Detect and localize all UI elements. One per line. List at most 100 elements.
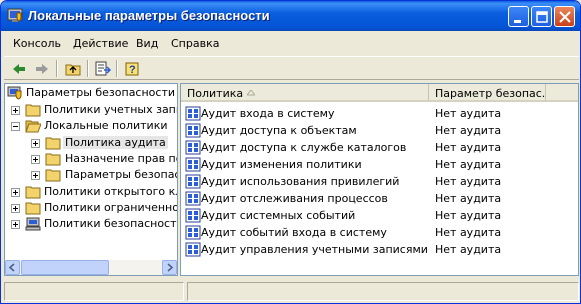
tree-pane[interactable]: Параметры безопасности Политики учетных … xyxy=(4,83,178,276)
toolbar-separator xyxy=(56,60,58,77)
policy-row[interactable]: Аудит использования привилегий Нет аудита xyxy=(181,173,578,190)
up-folder-button[interactable] xyxy=(62,59,84,79)
toolbar-separator xyxy=(116,60,118,77)
policy-row[interactable]: Аудит системных событий Нет аудита xyxy=(181,207,578,224)
security-settings-icon xyxy=(7,85,23,101)
toolbar: ? xyxy=(4,56,579,80)
status-cell xyxy=(187,282,579,301)
policy-row[interactable]: Аудит доступа к объектам Нет аудита xyxy=(181,122,578,139)
policy-icon xyxy=(185,225,201,241)
policy-setting: Нет аудита xyxy=(435,175,502,188)
column-header-label: Политика xyxy=(187,87,244,100)
policy-name: Аудит отслеживания процессов xyxy=(201,192,388,205)
list-pane[interactable]: Политика Параметр безопас... Аудит входа… xyxy=(180,83,579,276)
menu-action[interactable]: Действие xyxy=(73,37,128,50)
expand-icon[interactable] xyxy=(11,204,20,213)
column-header-label: Параметр безопас... xyxy=(435,87,553,100)
scroll-right-icon xyxy=(167,263,174,272)
export-list-button[interactable] xyxy=(92,59,114,79)
computer-icon xyxy=(25,216,41,232)
tree-item-label: Политика аудита xyxy=(63,136,168,149)
expand-icon[interactable] xyxy=(11,220,20,229)
policy-setting: Нет аудита xyxy=(435,107,502,120)
close-button[interactable] xyxy=(554,6,575,27)
folder-icon xyxy=(45,135,61,151)
maximize-button[interactable] xyxy=(531,6,552,27)
policy-icon xyxy=(185,191,201,207)
scrollbar-thumb[interactable] xyxy=(21,260,109,275)
policy-row[interactable]: Аудит доступа к службе каталогов Нет ауди… xyxy=(181,139,578,156)
up-folder-icon xyxy=(65,64,81,76)
folder-icon xyxy=(45,151,61,167)
tree-item-label: Параметры безопасности xyxy=(65,168,177,181)
back-button[interactable] xyxy=(8,59,30,79)
policy-icon xyxy=(185,157,201,173)
folder-open-icon xyxy=(25,118,42,134)
expand-icon[interactable] xyxy=(31,139,40,148)
folder-icon xyxy=(25,184,41,200)
policy-row[interactable]: Аудит управления учетными записями Нет ау… xyxy=(181,241,578,258)
tree-item-label: Политики ограниченного использования про… xyxy=(44,201,178,214)
forward-icon xyxy=(36,64,48,74)
policy-row[interactable]: Аудит изменения политики Нет аудита xyxy=(181,156,578,173)
menu-help[interactable]: Справка xyxy=(171,37,219,50)
policy-icon xyxy=(185,208,201,224)
policy-row[interactable]: Аудит отслеживания процессов Нет аудита xyxy=(181,190,578,207)
security-settings-icon xyxy=(7,7,24,24)
policy-name: Аудит изменения политики xyxy=(201,158,362,171)
policy-setting: Нет аудита xyxy=(435,243,502,256)
back-icon xyxy=(13,64,25,74)
folder-icon xyxy=(25,200,41,216)
column-header-filler xyxy=(546,84,578,102)
policy-row[interactable]: Аудит входа в систему Нет аудита xyxy=(181,105,578,122)
policy-name: Аудит управления учетными записями xyxy=(201,243,428,256)
help-button[interactable]: ? xyxy=(122,59,144,79)
policy-icon xyxy=(185,123,201,139)
minimize-button[interactable] xyxy=(508,6,529,27)
status-bar xyxy=(4,280,579,302)
scroll-left-button[interactable] xyxy=(5,260,20,275)
tree-item-label: Политики учетных записей xyxy=(44,103,177,116)
folder-icon xyxy=(25,102,41,118)
policy-setting: Нет аудита xyxy=(435,192,502,205)
policy-row[interactable]: Аудит событий входа в систему Нет аудита xyxy=(181,224,578,241)
forward-button[interactable] xyxy=(31,59,53,79)
policy-name: Аудит доступа к объектам xyxy=(201,124,357,137)
tree-item-label: Политики безопасности IP xyxy=(44,217,178,230)
expand-icon[interactable] xyxy=(31,171,40,180)
policy-icon xyxy=(185,174,201,190)
tree-item-label: Локальные политики xyxy=(44,119,168,132)
toolbar-separator xyxy=(87,60,89,77)
expand-icon[interactable] xyxy=(11,188,20,197)
policy-name: Аудит доступа к службе каталогов xyxy=(201,141,407,154)
policy-icon xyxy=(185,106,201,122)
policy-name: Аудит использования привилегий xyxy=(201,175,400,188)
title-bar[interactable]: Локальные параметры безопасности xyxy=(1,1,580,31)
policy-setting: Нет аудита xyxy=(435,124,502,137)
expand-icon[interactable] xyxy=(11,106,20,115)
menu-view[interactable]: Вид xyxy=(136,37,158,50)
policy-name: Аудит событий входа в систему xyxy=(201,226,387,239)
tree-item-label: Политики открытого ключа xyxy=(44,185,177,198)
horizontal-scrollbar[interactable] xyxy=(5,260,177,275)
tree-root-label: Параметры безопасности xyxy=(26,86,176,99)
policy-icon xyxy=(185,140,201,156)
policy-setting: Нет аудита xyxy=(435,209,502,222)
expand-icon[interactable] xyxy=(31,155,40,164)
mmc-window: Локальные параметры безопасности Консоль… xyxy=(0,0,581,304)
scroll-left-icon xyxy=(8,263,15,272)
menu-console[interactable]: Консоль xyxy=(13,37,61,50)
column-header-policy[interactable]: Политика xyxy=(181,84,429,102)
scroll-right-button[interactable] xyxy=(162,260,177,275)
policy-setting: Нет аудита xyxy=(435,141,502,154)
column-header-setting[interactable]: Параметр безопас... xyxy=(429,84,552,102)
policy-setting: Нет аудита xyxy=(435,158,502,171)
policy-setting: Нет аудита xyxy=(435,226,502,239)
policy-name: Аудит системных событий xyxy=(201,209,356,222)
collapse-icon[interactable] xyxy=(11,122,20,131)
sort-ascending-icon xyxy=(247,90,255,96)
svg-text:?: ? xyxy=(129,64,136,76)
policy-name: Аудит входа в систему xyxy=(201,107,335,120)
export-list-icon xyxy=(95,61,111,76)
menu-bar: Консоль Действие Вид Справка xyxy=(4,33,579,53)
